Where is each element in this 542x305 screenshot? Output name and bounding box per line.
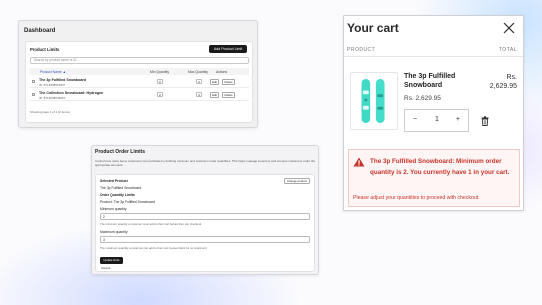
maximum-quantity-label: Maximum quantity <box>100 230 128 234</box>
quantity-stepper: − 1 + <box>404 109 469 132</box>
cart-title: Your cart <box>347 21 399 35</box>
cancel-link[interactable]: Cancel <box>101 266 110 270</box>
warning-icon <box>353 157 365 167</box>
row-product-name: The Collection Snowboard: Hydrogen <box>39 90 104 95</box>
header-divider <box>344 56 523 57</box>
close-icon[interactable] <box>503 22 515 34</box>
maximum-quantity-help: The maximum quantity a customer can add … <box>100 246 207 250</box>
dashboard-panel: Dashboard Product Limits Add Product Lim… <box>18 20 258 128</box>
column-max-quantity: Max Quantity <box>188 70 208 74</box>
selected-product-value: The 3p Fulfilled Snowboard <box>100 186 142 190</box>
row-max-quantity: 3 <box>196 79 202 84</box>
error-message-box: The 3p Fulfilled Snowboard: Minimum orde… <box>348 149 520 207</box>
line-total-currency: Rs. <box>506 74 518 81</box>
unit-price: Rs. 2,629.95 <box>404 95 441 102</box>
update-limits-button[interactable]: Update limits <box>100 257 123 264</box>
limits-description: Control how many items customers can pur… <box>95 159 316 167</box>
search-input[interactable]: Search by product name or ID <box>30 57 249 64</box>
trash-icon[interactable] <box>481 116 489 126</box>
order-quantity-limits-label: Order Quantity Limits <box>100 193 135 197</box>
snowboard-image <box>361 78 385 124</box>
cart-product-name[interactable]: The 3p Fulfilled Snowboard <box>404 72 474 90</box>
column-actions: Actions <box>216 70 228 74</box>
add-product-limit-button[interactable]: Add Product Limit <box>209 45 247 53</box>
minimum-quantity-input[interactable]: 2 <box>100 213 310 220</box>
increase-quantity-button[interactable]: + <box>456 116 460 123</box>
table-header: Product Name ▲ Min Quantity Max Quantity… <box>30 68 249 75</box>
error-message: The 3p Fulfilled Snowboard: Minimum orde… <box>370 158 510 176</box>
maximum-quantity-input[interactable]: 3 <box>100 236 310 243</box>
line-total: Rs. 2,629.95 <box>490 73 517 91</box>
product-line: Product: The 3p Fulfilled Snowboard <box>100 200 155 204</box>
table-row: The Collection Snowboard: Hydrogen ID: 8… <box>30 89 249 101</box>
dashboard-title: Dashboard <box>24 28 56 34</box>
limits-title: Product Order Limits <box>95 149 146 155</box>
error-hint: Please adjust your quantities to proceed… <box>353 195 480 201</box>
row-product-id: ID: 8713838616837 <box>39 82 66 87</box>
row-product-id: ID: 8713838649597 <box>39 95 66 100</box>
cart-drawer: Your cart PRODUCT TOTAL The 3p Fulfilled… <box>343 15 524 211</box>
delete-button[interactable]: Delete <box>222 79 235 85</box>
row-min-quantity: 2 <box>157 92 163 97</box>
delete-button[interactable]: Delete <box>222 92 235 98</box>
edit-button[interactable]: Edit <box>210 92 219 98</box>
minimum-quantity-help: The minimum quantity a customer must add… <box>100 222 202 226</box>
column-product-header: PRODUCT <box>347 47 376 53</box>
row-checkbox[interactable] <box>32 93 35 96</box>
change-product-button[interactable]: Change product <box>284 178 310 184</box>
column-product-name[interactable]: Product Name ▲ <box>40 70 66 74</box>
product-thumbnail[interactable] <box>350 72 398 130</box>
product-order-limits-panel: Product Order Limits Control how many it… <box>91 145 319 275</box>
row-min-quantity: 2 <box>157 79 163 84</box>
column-min-quantity: Min Quantity <box>150 70 170 74</box>
table-row: The 3p Fulfilled Snowboard ID: 871383861… <box>30 76 249 88</box>
product-limits-title: Product Limits <box>30 47 60 52</box>
product-limits-card: Product Limits Add Product Limit Search … <box>25 41 253 123</box>
edit-button[interactable]: Edit <box>210 79 219 85</box>
pagination-status: Showing page 1 of 1 (2 items) <box>30 110 70 114</box>
row-product-name: The 3p Fulfilled Snowboard <box>39 77 86 82</box>
decrease-quantity-button[interactable]: − <box>413 116 417 123</box>
selected-product-label: Selected Product <box>100 179 128 183</box>
line-total-amount: 2,629.95 <box>489 83 517 90</box>
row-checkbox[interactable] <box>32 80 35 83</box>
limits-form-card: Selected Product Change product The 3p F… <box>95 174 315 272</box>
minimum-quantity-label: Minimum quantity <box>100 207 127 211</box>
column-total-header: TOTAL <box>498 47 517 53</box>
row-max-quantity: 4 <box>196 92 202 97</box>
quantity-value[interactable]: 1 <box>435 116 439 123</box>
